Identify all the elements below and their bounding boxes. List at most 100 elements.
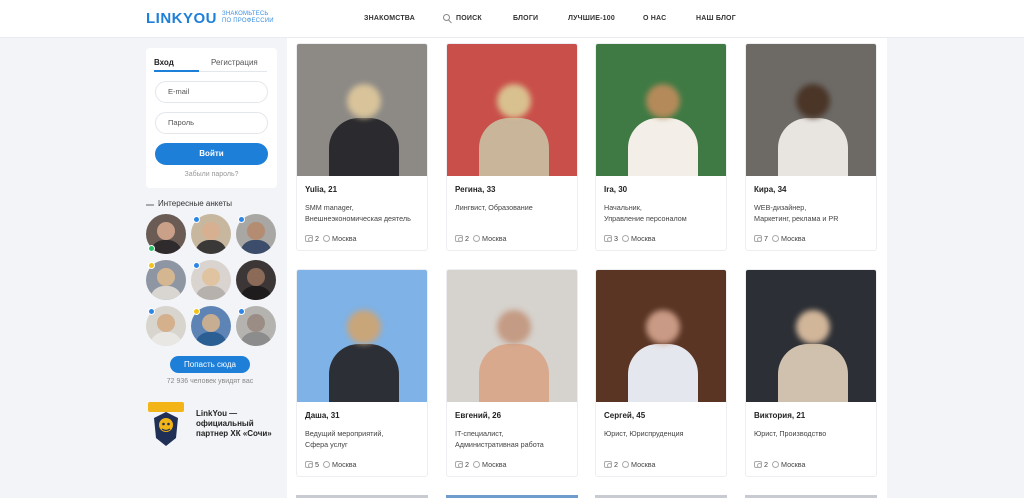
views-count: 72 936 человек увидят вас [166, 378, 254, 385]
tagline-line-2: ПО ПРОФЕССИИ [222, 18, 274, 24]
profile-meta: 2 Москва [455, 460, 507, 469]
profile-desc-line-1: Начальник, [604, 203, 642, 212]
profile-meta: 3 Москва [604, 234, 656, 243]
profile-desc-line-1: SMM manager, [305, 203, 354, 212]
profile-desc-line-2: Административная работа [455, 440, 544, 449]
profile-photo[interactable] [297, 44, 427, 176]
photo-figure [628, 344, 698, 402]
profile-photo[interactable] [447, 44, 577, 176]
blurred-face [796, 310, 830, 344]
photo-count: 3 [614, 234, 618, 243]
profile-description: SMM manager, Внешнеэкономическая деятель [305, 202, 425, 224]
profile-card[interactable]: Сергей, 45 Юрист, Юриспруденция 2 Москва [595, 269, 727, 477]
logo[interactable]: LINKYOU [146, 10, 217, 27]
location-icon [473, 235, 480, 242]
login-button[interactable]: Войти [155, 143, 268, 165]
interesting-title: Интересные анкеты [146, 199, 232, 208]
location-icon [622, 461, 629, 468]
status-dot [148, 308, 155, 315]
profile-photo[interactable] [596, 44, 726, 176]
interesting-avatar[interactable] [236, 260, 276, 300]
photo-figure [479, 118, 549, 176]
profiles-grid: Yulia, 21 SMM manager, Внешнеэкономическая… [287, 38, 887, 498]
photo-count: 2 [465, 460, 469, 469]
profile-city: Москва [631, 460, 656, 469]
nav-about[interactable]: О НАС [643, 15, 666, 22]
profile-desc-line-1: Юрист, Юриспруденция [604, 429, 684, 438]
email-field[interactable]: E-mail [155, 81, 268, 103]
profile-name[interactable]: Евгений, 26 [455, 411, 501, 420]
profile-meta: 2 Москва [604, 460, 656, 469]
profile-photo[interactable] [596, 270, 726, 402]
profile-name[interactable]: Ira, 30 [604, 185, 627, 194]
profile-description: Лингвист, Образование [455, 202, 575, 213]
profile-meta: 2 Москва [455, 234, 507, 243]
profile-city: Москва [781, 234, 806, 243]
photo-figure [479, 344, 549, 402]
status-dot [193, 216, 200, 223]
blurred-face [347, 310, 381, 344]
profile-description: Ведущий мероприятий, Сфера услуг [305, 428, 425, 450]
profile-photo[interactable] [297, 270, 427, 402]
tab-active-indicator [154, 70, 199, 72]
profile-photo[interactable] [746, 44, 876, 176]
photo-figure [628, 118, 698, 176]
profile-card[interactable]: Yulia, 21 SMM manager, Внешнеэкономическая… [296, 43, 428, 251]
profile-name[interactable]: Виктория, 21 [754, 411, 805, 420]
photo-count: 2 [465, 234, 469, 243]
camera-icon [455, 235, 463, 242]
camera-icon [604, 461, 612, 468]
profile-name[interactable]: Регина, 33 [455, 185, 495, 194]
nav-search[interactable]: ПОИСК [456, 15, 482, 22]
forgot-password-link[interactable]: Забыли пароль? [146, 171, 277, 178]
place-here-button[interactable]: Попасть сюда [170, 356, 250, 373]
profile-card[interactable]: Ira, 30 Начальник, Управление персоналом 3 М… [595, 43, 727, 251]
interesting-title-text: Интересные анкеты [158, 199, 232, 208]
profile-city: Москва [332, 234, 357, 243]
blurred-face [497, 310, 531, 344]
profile-card[interactable]: Кира, 34 WEB-дизайнер, Маркетинг, реклама … [745, 43, 877, 251]
tab-login[interactable]: Вход [154, 58, 174, 67]
profile-meta: 5 Москва [305, 460, 357, 469]
status-dot [238, 308, 245, 315]
nav-top100[interactable]: ЛУЧШИЕ-100 [568, 15, 615, 22]
profile-photo[interactable] [447, 270, 577, 402]
profile-name[interactable]: Даша, 31 [305, 411, 340, 420]
location-icon [622, 235, 629, 242]
profile-desc-line-1: WEB-дизайнер, [754, 203, 807, 212]
photo-count: 5 [315, 460, 319, 469]
profile-meta: 7 Москва [754, 234, 806, 243]
profile-description: WEB-дизайнер, Маркетинг, реклама и PR [754, 202, 874, 224]
tab-register[interactable]: Регистрация [211, 58, 258, 67]
partner-text[interactable]: LinkYou — официальный партнер ХК «Сочи» [196, 409, 276, 439]
location-icon [772, 235, 779, 242]
profile-city: Москва [781, 460, 806, 469]
profile-photo[interactable] [746, 270, 876, 402]
status-dot [193, 308, 200, 315]
profile-card[interactable]: Виктория, 21 Юрист, Производство 2 Москва [745, 269, 877, 477]
photo-figure [329, 344, 399, 402]
nav-our-blog[interactable]: НАШ БЛОГ [696, 15, 736, 22]
nav-blogs[interactable]: БЛОГИ [513, 15, 538, 22]
blurred-face [646, 84, 680, 118]
photo-count: 2 [614, 460, 618, 469]
camera-icon [754, 235, 762, 242]
profile-card[interactable]: Даша, 31 Ведущий мероприятий, Сфера услуг 5… [296, 269, 428, 477]
photo-figure [329, 118, 399, 176]
profile-card[interactable]: Евгений, 26 IT-специалист, Административна… [446, 269, 578, 477]
profile-card[interactable]: Регина, 33 Лингвист, Образование 2 Москва [446, 43, 578, 251]
search-icon[interactable] [443, 14, 450, 21]
password-field[interactable]: Пароль [155, 112, 268, 134]
camera-icon [604, 235, 612, 242]
profile-name[interactable]: Кира, 34 [754, 185, 786, 194]
profile-name[interactable]: Yulia, 21 [305, 185, 337, 194]
profile-meta: 2 Москва [305, 234, 357, 243]
profile-name[interactable]: Сергей, 45 [604, 411, 645, 420]
blurred-face [347, 84, 381, 118]
nav-znakomstva[interactable]: ЗНАКОМСТВА [364, 15, 415, 22]
status-dot [238, 216, 245, 223]
profile-desc-line-1: Лингвист, Образование [455, 203, 533, 212]
profile-meta: 2 Москва [754, 460, 806, 469]
login-box: Вход Регистрация E-mail Пароль Войти Заб… [146, 48, 277, 188]
location-icon [473, 461, 480, 468]
